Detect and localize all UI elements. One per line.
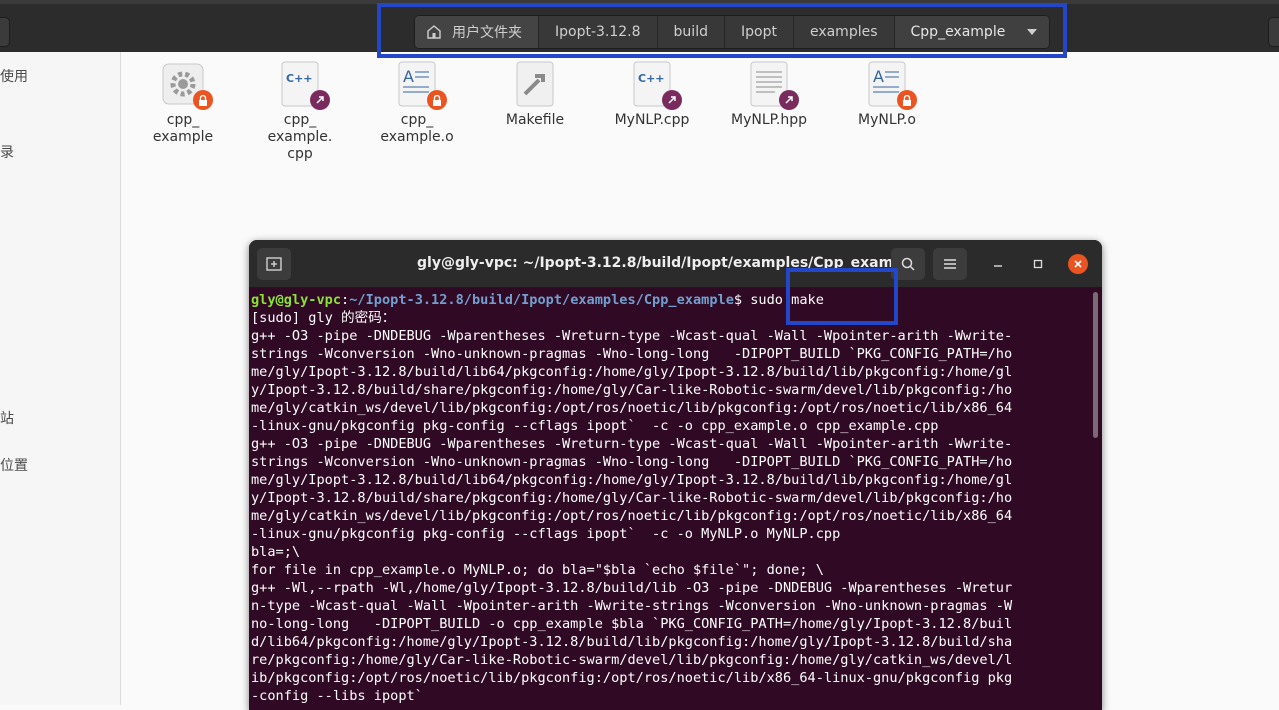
terminal-output-line: re/pkgconfig:/home/gly/Car-like-Robotic-… <box>251 652 1013 668</box>
sidebar: 使用 录 站 位置 <box>0 52 121 705</box>
prompt-user: gly@gly-vpc <box>251 292 342 308</box>
terminal-output-line: d/lib64/pkgconfig:/home/gly/Ipopt-3.12.8… <box>251 634 1013 650</box>
terminal-output-line: y/Ipopt-3.12.8/build/share/pkgconfig:/ho… <box>251 382 1013 398</box>
path-highlight-box <box>377 3 1067 58</box>
terminal-output-line: no-long-long -DIPOPT_BUILD -o cpp_exampl… <box>251 616 1013 632</box>
sidebar-item-recent[interactable]: 使用 <box>0 66 28 86</box>
prompt-separator: : <box>341 292 350 308</box>
new-tab-button[interactable] <box>257 248 291 280</box>
terminal-output-line: -linux-gnu/pkgconfig pkg-config --cflags… <box>251 526 841 542</box>
svg-text:C++: C++ <box>638 72 665 85</box>
terminal-output-line: ib/pkgconfig:/opt/ros/noetic/lib/pkgconf… <box>251 670 1013 686</box>
terminal-output[interactable]: gly@gly-vpc:~/Ipopt-3.12.8/build/Ipopt/e… <box>251 291 1089 705</box>
terminal-output-line: -linux-gnu/pkgconfig pkg-config --cflags… <box>251 418 939 434</box>
terminal-output-line: strings -Wconversion -Wno-unknown-pragma… <box>251 346 1013 362</box>
terminal-output-line: -config --libs ipopt` <box>251 688 423 704</box>
search-icon <box>901 257 915 271</box>
terminal-titlebar: gly@gly-vpc: ~/Ipopt-3.12.8/build/Ipopt/… <box>249 240 1102 288</box>
back-button[interactable] <box>0 17 10 47</box>
prompt-dollar: $ <box>733 292 743 308</box>
gear-executable-icon <box>159 60 213 110</box>
maximize-button[interactable] <box>1028 254 1048 274</box>
sidebar-item-trash[interactable]: 站 <box>0 408 14 428</box>
close-button[interactable] <box>1068 254 1088 274</box>
file-cpp-example-cpp[interactable]: C++ cpp_ example. cpp <box>245 60 355 163</box>
maximize-icon <box>1033 259 1043 269</box>
file-name: MyNLP.hpp <box>731 112 807 128</box>
file-mynlp-cpp[interactable]: C++ MyNLP.cpp <box>597 60 707 129</box>
svg-text:C++: C++ <box>286 72 313 85</box>
terminal-output-lines: [sudo] gly 的密码： g++ -O3 -pipe -DNDEBUG -… <box>251 310 1012 704</box>
file-makefile[interactable]: Makefile <box>480 60 590 129</box>
file-name: cpp_ example. cpp <box>267 112 333 162</box>
terminal-output-line: me/gly/catkin_ws/devel/lib/pkgconfig:/op… <box>251 508 1013 524</box>
terminal-output-line: me/gly/catkin_ws/devel/lib/pkgconfig:/op… <box>251 400 1013 416</box>
file-mynlp-o[interactable]: A MyNLP.o <box>832 60 942 129</box>
search-button[interactable] <box>1268 17 1279 47</box>
link-arrow-icon <box>662 90 682 110</box>
sidebar-item-other-locations[interactable]: 位置 <box>0 455 28 475</box>
command-highlight-box <box>786 268 898 325</box>
close-icon <box>1074 260 1082 268</box>
terminal-output-line: for file in cpp_example.o MyNLP.o; do bl… <box>251 562 824 578</box>
terminal-output-line: n-type -Wcast-qual -Wall -Wpointer-arith… <box>251 598 1013 614</box>
file-name: MyNLP.o <box>858 112 916 128</box>
terminal-output-line: [sudo] gly 的密码： <box>251 310 396 326</box>
new-tab-icon <box>266 257 282 271</box>
object-file-icon: A <box>863 60 917 110</box>
lock-icon <box>897 90 917 110</box>
prompt-path: ~/Ipopt-3.12.8/build/Ipopt/examples/Cpp_… <box>349 292 734 308</box>
sidebar-item-folder[interactable]: 录 <box>0 142 14 162</box>
makefile-icon <box>511 60 559 108</box>
file-mynlp-hpp[interactable]: MyNLP.hpp <box>714 60 824 129</box>
terminal-output-line: y/Ipopt-3.12.8/build/share/pkgconfig:/ho… <box>251 490 1013 506</box>
file-cpp-example-o[interactable]: A cpp_ example.o <box>362 60 472 146</box>
file-cpp-example[interactable]: cpp_ example <box>128 60 238 146</box>
terminal-window: gly@gly-vpc: ~/Ipopt-3.12.8/build/Ipopt/… <box>249 240 1102 710</box>
cpp-source-icon: C++ <box>628 60 682 110</box>
text-header-icon <box>745 60 799 110</box>
link-arrow-icon <box>310 90 330 110</box>
file-name: cpp_ example <box>152 112 214 145</box>
terminal-output-line: g++ -O3 -pipe -DNDEBUG -Wparentheses -Wr… <box>251 436 1013 452</box>
cpp-source-icon: C++ <box>276 60 330 110</box>
terminal-output-line: g++ -Wl,--rpath -Wl,/home/gly/Ipopt-3.12… <box>251 580 1013 596</box>
terminal-menu-button[interactable] <box>933 248 967 280</box>
minimize-button[interactable] <box>988 254 1008 274</box>
terminal-output-line: me/gly/Ipopt-3.12.8/build/lib64/pkgconfi… <box>251 364 1013 380</box>
lock-icon <box>427 90 447 110</box>
object-file-icon: A <box>393 60 447 110</box>
svg-text:A: A <box>403 67 414 86</box>
file-name: Makefile <box>505 112 565 128</box>
link-arrow-icon <box>779 90 799 110</box>
terminal-output-line: g++ -O3 -pipe -DNDEBUG -Wparentheses -Wr… <box>251 328 1013 344</box>
file-name: MyNLP.cpp <box>614 112 690 128</box>
minimize-icon <box>994 265 1002 267</box>
terminal-output-line: strings -Wconversion -Wno-unknown-pragma… <box>251 454 1013 470</box>
file-name: cpp_ example.o <box>380 112 454 145</box>
svg-text:A: A <box>873 67 884 86</box>
lock-icon <box>193 90 213 110</box>
terminal-output-line: me/gly/Ipopt-3.12.8/build/lib64/pkgconfi… <box>251 472 1013 488</box>
terminal-output-line: bla=;\ <box>251 544 301 560</box>
hamburger-menu-icon <box>944 259 956 269</box>
terminal-scrollbar[interactable] <box>1093 292 1098 438</box>
